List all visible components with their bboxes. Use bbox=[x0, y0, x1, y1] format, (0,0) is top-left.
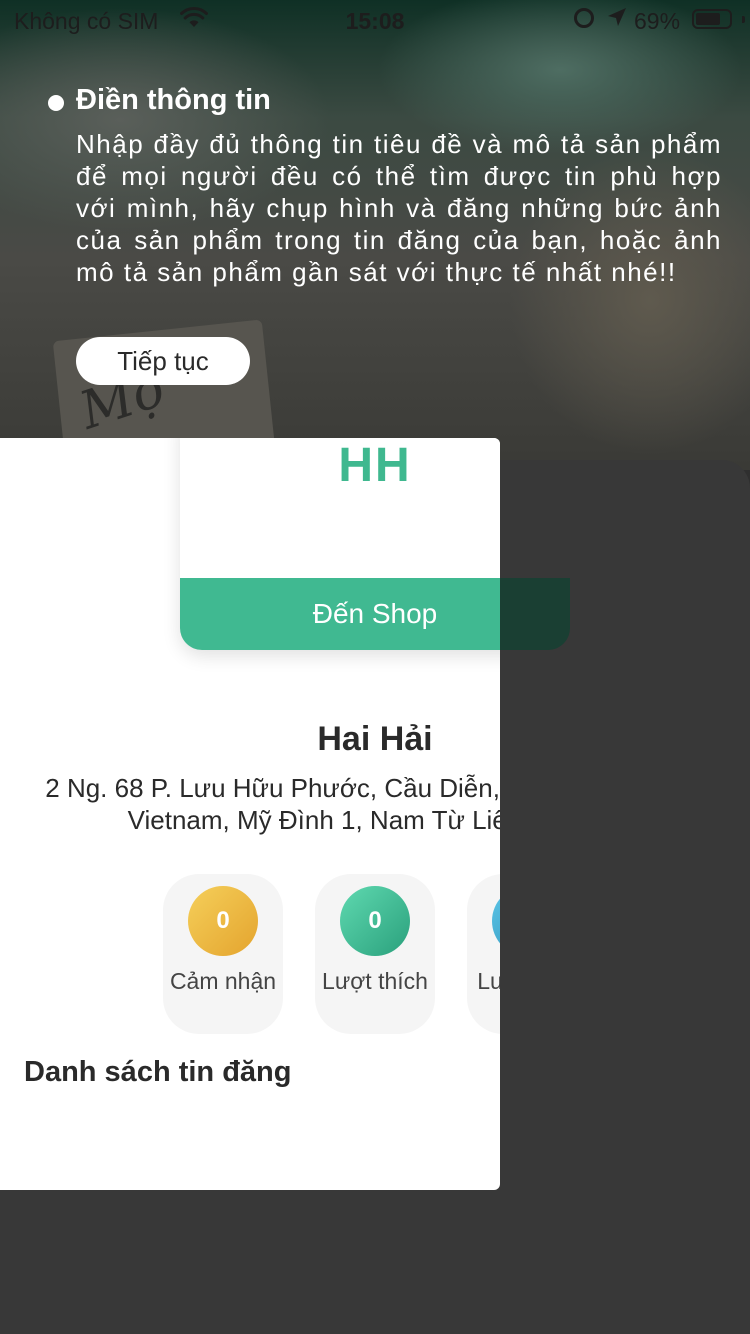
stat-likes-count: 0 bbox=[340, 886, 410, 956]
stat-feedback[interactable]: 0 Cảm nhận bbox=[163, 874, 283, 1034]
orientation-lock-icon bbox=[574, 8, 594, 28]
tutorial-title: Điền thông tin bbox=[76, 84, 271, 116]
shop-address: 2 Ng. 68 P. Lưu Hữu Phước, Cầu Diễn, Từ … bbox=[20, 772, 500, 836]
shop-address-line2: Vietnam, Mỹ Đình 1, Nam Từ Liêm, Hà Nội bbox=[127, 805, 500, 835]
stat-feedback-count: 0 bbox=[188, 886, 258, 956]
stat-views-count: 0 bbox=[492, 886, 500, 956]
status-bar: Không có SIM 15:08 69% bbox=[0, 0, 750, 40]
stat-likes-label: Lượt thích bbox=[322, 968, 428, 994]
battery-percent: 69% bbox=[634, 8, 681, 34]
battery-icon bbox=[692, 9, 745, 29]
stat-likes[interactable]: 0 Lượt thích bbox=[315, 874, 435, 1034]
shop-name: Hai Hải bbox=[317, 720, 433, 758]
go-to-shop-button[interactable]: Đến Shop bbox=[180, 578, 500, 650]
location-icon bbox=[606, 6, 628, 36]
tutorial-description: Nhập đầy đủ thông tin tiêu đề và mô tả s… bbox=[76, 129, 722, 287]
tutorial-spotlight: HH Đến Shop Hai Hải 2 Ng. 68 P. Lưu Hữu … bbox=[0, 438, 500, 1190]
stat-views[interactable]: 0 Lượt xem bbox=[467, 874, 500, 1034]
shop-address-line1: 2 Ng. 68 P. Lưu Hữu Phước, Cầu Diễn, Từ … bbox=[45, 773, 500, 803]
continue-button[interactable]: Tiếp tục bbox=[76, 337, 250, 385]
bullet-icon bbox=[48, 95, 64, 111]
listings-title: Danh sách tin đăng bbox=[24, 1056, 292, 1088]
stat-views-label: Lượt xem bbox=[477, 968, 500, 994]
shop-card: HH Đến Shop bbox=[180, 438, 500, 650]
stat-feedback-label: Cảm nhận bbox=[169, 968, 277, 994]
shop-avatar: HH bbox=[338, 439, 412, 492]
